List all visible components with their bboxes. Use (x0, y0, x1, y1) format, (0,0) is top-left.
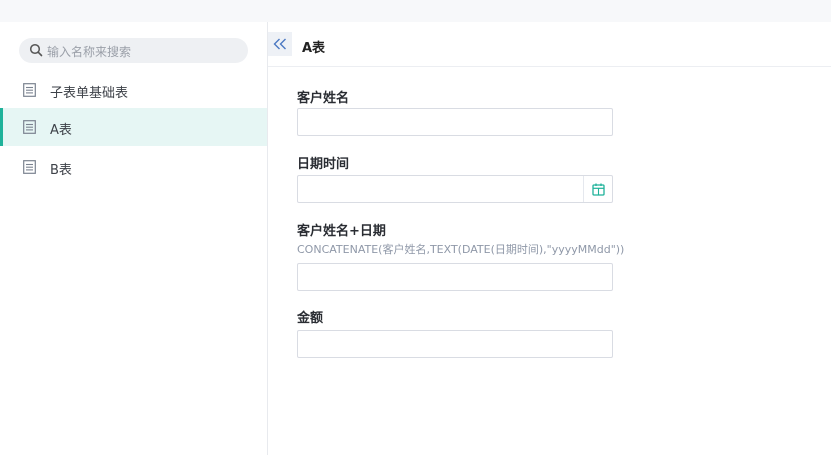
document-icon (23, 160, 36, 174)
sidebar: 输入名称来搜索 子表单基础表 A表 B表 (0, 22, 268, 455)
collapse-sidebar-button[interactable] (268, 32, 292, 56)
sidebar-item-b-table[interactable]: B表 (0, 148, 267, 186)
datetime-input[interactable] (297, 175, 613, 203)
customer-name-date-input[interactable] (297, 263, 613, 291)
document-icon (23, 120, 36, 134)
form-header: A表 (268, 22, 831, 67)
document-icon (23, 83, 36, 97)
customer-name-input[interactable] (297, 108, 613, 136)
sidebar-item-label: 子表单基础表 (50, 86, 129, 101)
calendar-button[interactable] (583, 176, 612, 202)
sidebar-item-a-table[interactable]: A表 (0, 108, 267, 146)
field-label-customer-name-date: 客户姓名+日期 (297, 224, 386, 239)
calendar-icon (591, 183, 605, 196)
amount-input[interactable] (297, 330, 613, 358)
field-label-datetime: 日期时间 (297, 157, 350, 172)
search-box[interactable]: 输入名称来搜索 (19, 38, 248, 63)
formula-hint: CONCATENATE(客户姓名,TEXT(DATE(日期时间),"yyyyMM… (297, 243, 625, 256)
search-icon (29, 43, 43, 57)
sidebar-item-label: A表 (50, 123, 72, 138)
form-title: A表 (302, 41, 326, 56)
sidebar-item-subform-basic[interactable]: 子表单基础表 (0, 71, 267, 109)
search-placeholder: 输入名称来搜索 (47, 45, 132, 59)
sidebar-item-label: B表 (50, 163, 72, 178)
top-bar (0, 0, 831, 23)
field-label-customer-name: 客户姓名 (297, 91, 350, 106)
field-label-amount: 金额 (297, 311, 324, 326)
form-panel: A表 客户姓名 日期时间 客户姓名+日期 CONCATENATE(客户姓名,TE… (268, 22, 831, 455)
double-chevron-left-icon (273, 38, 286, 50)
